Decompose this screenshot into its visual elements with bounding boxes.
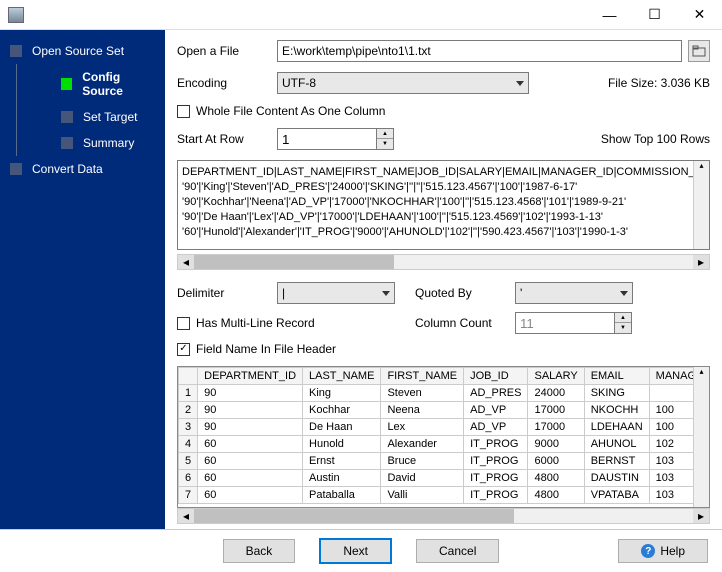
column-header[interactable]: DEPARTMENT_ID [198,368,303,385]
table-row[interactable]: 560ErnstBruceIT_PROG6000BERNST103 [179,453,694,470]
checkbox-icon [177,317,190,330]
delimiter-select[interactable]: | [277,282,395,304]
cancel-button[interactable]: Cancel [416,539,499,563]
close-button[interactable]: ✕ [677,0,722,29]
chevron-down-icon [620,291,628,296]
table-row[interactable]: 760PataballaValliIT_PROG4800VPATABA103 [179,487,694,504]
spin-up-icon[interactable]: ▲ [377,129,393,139]
open-file-input[interactable] [277,40,682,62]
folder-icon [692,45,706,57]
encoding-select[interactable]: UTF-8 [277,72,529,94]
app-icon [8,7,24,23]
column-header[interactable]: FIRST_NAME [381,368,464,385]
next-button[interactable]: Next [319,538,392,564]
step-icon [10,163,22,175]
minimize-button[interactable]: — [587,0,632,29]
nav-config-source[interactable]: Config Source [17,64,165,104]
show-top-label: Show Top 100 Rows [601,132,710,146]
preview-hscroll[interactable]: ◂ ▸ [177,254,710,270]
column-header[interactable]: LAST_NAME [303,368,381,385]
nav-summary[interactable]: Summary [17,130,165,156]
encoding-label: Encoding [177,76,277,90]
scroll-thumb[interactable] [194,255,394,269]
step-icon [10,45,22,57]
back-button[interactable]: Back [223,539,296,563]
nav-convert-data[interactable]: Convert Data [0,156,165,182]
checkbox-icon [177,105,190,118]
spin-down-icon[interactable]: ▼ [615,323,631,333]
data-table[interactable]: DEPARTMENT_IDLAST_NAMEFIRST_NAMEJOB_IDSA… [178,367,693,504]
start-row-input[interactable] [277,128,377,150]
quoted-by-select[interactable]: ' [515,282,633,304]
chevron-down-icon [516,81,524,86]
scroll-right-icon: ▸ [693,255,709,269]
table-row[interactable]: 390De HaanLexAD_VP17000LDEHAAN100 [179,419,694,436]
delimiter-label: Delimiter [177,286,277,300]
step-icon [61,137,73,149]
nav-set-target[interactable]: Set Target [17,104,165,130]
table-row[interactable]: 660AustinDavidIT_PROG4800DAUSTIN103 [179,470,694,487]
chevron-down-icon [382,291,390,296]
start-row-spinner[interactable]: ▲▼ [277,128,394,150]
scroll-thumb[interactable] [194,509,514,523]
titlebar: — ☐ ✕ [0,0,722,30]
table-row[interactable]: 290KochharNeenaAD_VP17000NKOCHH100 [179,402,694,419]
table-row[interactable]: 460HunoldAlexanderIT_PROG9000AHUNOL102 [179,436,694,453]
quoted-by-label: Quoted By [415,286,515,300]
fieldname-header-checkbox[interactable]: ✓ Field Name In File Header [177,342,710,356]
column-header[interactable]: MANAGER_ID [649,368,693,385]
column-header[interactable]: SALARY [528,368,584,385]
checkbox-icon: ✓ [177,343,190,356]
column-count-input[interactable] [515,312,615,334]
scroll-up-icon: ▴ [694,161,709,170]
scroll-right-icon: ▸ [693,509,709,523]
spin-down-icon[interactable]: ▼ [377,139,393,149]
nav-open-source-set[interactable]: Open Source Set [0,38,165,64]
column-count-label: Column Count [415,316,515,330]
help-icon: ? [641,544,655,558]
table-hscroll[interactable]: ◂ ▸ [177,508,710,524]
start-row-label: Start At Row [177,132,277,146]
step-icon [61,111,73,123]
help-button[interactable]: ? Help [618,539,708,563]
column-header[interactable]: EMAIL [584,368,649,385]
file-size-label: File Size: 3.036 KB [608,76,710,90]
file-preview: DEPARTMENT_ID|LAST_NAME|FIRST_NAME|JOB_I… [177,160,710,250]
scroll-left-icon: ◂ [178,255,194,269]
wizard-sidebar: Open Source Set Config Source Set Target… [0,30,165,529]
step-icon [61,78,72,90]
browse-button[interactable] [688,40,710,62]
column-header[interactable]: JOB_ID [464,368,528,385]
table-row[interactable]: 190KingStevenAD_PRES24000SKING [179,385,694,402]
content-pane: Open a File Encoding UTF-8 File Size: 3.… [165,30,722,529]
maximize-button[interactable]: ☐ [632,0,677,29]
table-vscroll[interactable]: ▴ [693,367,709,507]
multiline-checkbox[interactable]: Has Multi-Line Record [177,312,395,334]
preview-vscroll[interactable]: ▴ [693,161,709,249]
column-header[interactable] [179,368,198,385]
wizard-footer: Back Next Cancel ? Help [0,529,722,572]
open-file-label: Open a File [177,44,277,58]
spin-up-icon[interactable]: ▲ [615,313,631,323]
scroll-left-icon: ◂ [178,509,194,523]
whole-file-checkbox[interactable]: Whole File Content As One Column [177,104,710,118]
column-count-spinner[interactable]: ▲▼ [515,312,632,334]
